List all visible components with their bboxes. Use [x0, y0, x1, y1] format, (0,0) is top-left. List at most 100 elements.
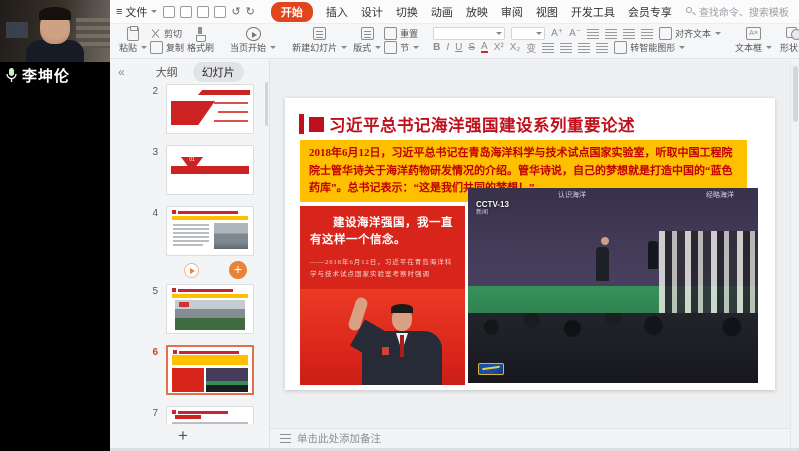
cut-button[interactable]: 剪切	[150, 27, 184, 40]
subscript-button[interactable]: X₂	[510, 42, 521, 53]
notes-icon	[280, 434, 291, 443]
italic-button[interactable]: I	[446, 42, 449, 53]
standing-crowd	[659, 231, 758, 313]
notes-bar[interactable]: 单击此处添加备注	[270, 428, 790, 448]
smart-graphic-button[interactable]: 转智能图形	[614, 41, 685, 54]
notes-placeholder: 单击此处添加备注	[297, 431, 381, 446]
numbered-list-icon[interactable]	[605, 29, 617, 39]
align-left-icon[interactable]	[542, 43, 554, 53]
tab-design[interactable]: 设计	[361, 4, 383, 20]
export-icon[interactable]	[180, 6, 192, 18]
tab-animation[interactable]: 动画	[431, 4, 453, 20]
background-monitor	[6, 22, 28, 38]
new-slide-plus-button[interactable]: +	[178, 426, 188, 446]
thumbnail-preview: 01	[166, 145, 254, 195]
quote-main: 建设海洋强国，我一直有这样一个信念。	[310, 215, 455, 250]
new-slide-button[interactable]: 新建幻灯片	[289, 26, 350, 55]
save-icon[interactable]	[163, 6, 175, 18]
font-size-select[interactable]	[511, 27, 545, 40]
layout-button[interactable]: 版式	[350, 26, 384, 55]
slide-6-editor[interactable]: 习近平总书记海洋强国建设系列重要论述 2018年6月12日，习近平总书记在青岛海…	[285, 98, 775, 390]
thumbnail-preview	[166, 206, 254, 256]
file-menu-label: 文件	[125, 4, 147, 20]
tab-view[interactable]: 视图	[536, 4, 558, 20]
tab-devtools[interactable]: 开发工具	[571, 4, 615, 20]
shrink-font-icon[interactable]: A⁻	[569, 28, 581, 39]
quick-access-toolbar: ↺ ↻	[163, 5, 254, 18]
align-center-icon[interactable]	[560, 43, 572, 53]
slide-thumbnail-3[interactable]: 3 01	[138, 145, 269, 195]
scrollbar-thumb[interactable]	[793, 66, 798, 122]
decrease-indent-icon[interactable]	[623, 29, 635, 39]
increase-indent-icon[interactable]	[641, 29, 653, 39]
figure-hair	[391, 304, 413, 313]
bold-button[interactable]: B	[433, 42, 440, 53]
undo-icon[interactable]: ↺	[231, 5, 240, 18]
shapes-button[interactable]: 形状	[776, 26, 799, 55]
tab-insert[interactable]: 插入	[326, 4, 348, 20]
font-color-button[interactable]: A	[481, 42, 488, 53]
vertical-scrollbar[interactable]	[790, 60, 799, 448]
paste-button[interactable]: 粘贴	[116, 26, 150, 55]
play-slide-icon[interactable]	[184, 263, 199, 278]
underline-button[interactable]: U	[455, 42, 462, 53]
font-name-select[interactable]	[433, 27, 505, 40]
justify-icon[interactable]	[596, 43, 608, 53]
reset-button[interactable]: 重置	[384, 27, 419, 40]
panel-scrollbar[interactable]	[265, 82, 268, 126]
slide-thumbnail-6-selected[interactable]: 6	[138, 345, 269, 395]
copy-icon	[150, 41, 163, 54]
tab-transition[interactable]: 切换	[396, 4, 418, 20]
photo-xi-waving[interactable]	[300, 289, 465, 385]
quote-box[interactable]: 建设海洋强国，我一直有这样一个信念。 ——2018年6月12日，习近平在青岛海洋…	[300, 206, 465, 289]
chevron-down-icon	[536, 32, 542, 35]
title-accent-square	[309, 117, 324, 132]
align-text-icon	[659, 27, 672, 40]
chevron-down-icon	[413, 46, 419, 49]
slide-thumbnail-2[interactable]: 2	[138, 84, 269, 134]
slide-thumbnail-5[interactable]: 5	[138, 284, 269, 334]
speaker-figure	[596, 247, 609, 281]
print-icon[interactable]	[197, 6, 209, 18]
news-video-frame[interactable]: 认识海洋 经略海洋 CCTV-13 新闻	[468, 188, 758, 383]
add-slide-icon[interactable]: +	[229, 261, 247, 279]
bullet-list-icon[interactable]	[587, 29, 599, 39]
text-box-button[interactable]: A≡ 文本框	[731, 26, 776, 55]
copy-button[interactable]: 复制	[150, 41, 184, 54]
redo-icon[interactable]: ↻	[246, 5, 255, 18]
chevron-down-icon	[496, 32, 502, 35]
section-folder-icon	[384, 41, 397, 54]
command-search-input[interactable]: 查找命令、搜索模板	[686, 4, 789, 19]
smart-graphic-icon	[614, 41, 627, 54]
tab-outline[interactable]: 大纲	[147, 62, 187, 82]
print-preview-icon[interactable]	[214, 6, 226, 18]
text-effect-button[interactable]: 变	[526, 40, 536, 55]
play-from-current-button[interactable]: 当页开始	[227, 26, 279, 55]
slide-thumbnail-4[interactable]: 4	[138, 206, 269, 256]
ribbon-tabs: 开始 插入 设计 切换 动画 放映 审阅 视图 开发工具 会员专享	[271, 2, 672, 22]
grow-font-icon[interactable]: A⁺	[551, 28, 563, 39]
tab-member[interactable]: 会员专享	[628, 4, 672, 20]
align-text-button[interactable]: 对齐文本	[659, 27, 721, 40]
superscript-button[interactable]: X²	[494, 42, 504, 53]
tab-home[interactable]: 开始	[271, 2, 313, 22]
tab-review[interactable]: 审阅	[501, 4, 523, 20]
strikethrough-button[interactable]: S	[468, 42, 475, 53]
cctv13-logo: CCTV-13 新闻	[476, 200, 509, 217]
collapse-panel-icon[interactable]: «	[118, 65, 125, 79]
tab-slideshow[interactable]: 放映	[466, 4, 488, 20]
file-menu-button[interactable]: ≡ 文件	[116, 4, 157, 20]
align-right-icon[interactable]	[578, 43, 590, 53]
chevron-down-icon	[141, 46, 147, 49]
section-button[interactable]: 节	[384, 41, 419, 54]
tab-slides[interactable]: 幻灯片	[193, 62, 244, 82]
slide-title-block[interactable]: 习近平总书记海洋强国建设系列重要论述	[299, 112, 635, 136]
slide-thumbnail-7[interactable]: 7	[138, 406, 269, 424]
format-painter-button[interactable]: 格式刷	[184, 26, 217, 55]
slide-number: 3	[138, 145, 158, 158]
chevron-down-icon	[679, 46, 685, 49]
title-toolbar: ≡ 文件 ↺ ↻ 开始 插入 设计 切换 动画 放映 审阅 视图	[110, 0, 799, 24]
slide-title: 习近平总书记海洋强国建设系列重要论述	[329, 112, 635, 136]
caption-left: 认识海洋	[558, 190, 586, 202]
search-placeholder: 查找命令、搜索模板	[699, 4, 789, 19]
